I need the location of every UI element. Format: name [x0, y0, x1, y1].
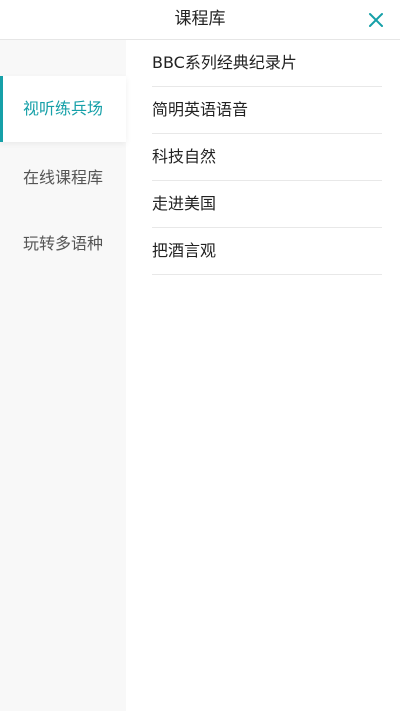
- header-bar: 课程库: [0, 0, 400, 40]
- sidebar-item-listening-practice[interactable]: 视听练兵场: [0, 76, 126, 142]
- sidebar-item-online-course-library[interactable]: 在线课程库: [0, 145, 126, 211]
- list-item-into-america[interactable]: 走进美国: [152, 181, 382, 228]
- list-item-bbc-documentaries[interactable]: BBC系列经典纪录片: [152, 40, 382, 87]
- page-title: 课程库: [174, 9, 226, 29]
- list-item-science-nature[interactable]: 科技自然: [152, 134, 382, 181]
- list-item-ba-jiu-yan-guan[interactable]: 把酒言观: [152, 228, 382, 275]
- close-icon: [369, 13, 383, 27]
- course-library-screen: 课程库 视听练兵场 在线课程库 玩转多语种 BBC系列经典纪录片 简明英语语音 …: [0, 0, 400, 711]
- category-sidebar: 视听练兵场 在线课程库 玩转多语种: [0, 40, 126, 711]
- close-button[interactable]: [366, 10, 386, 30]
- course-list: BBC系列经典纪录片 简明英语语音 科技自然 走进美国 把酒言观: [152, 40, 382, 275]
- sidebar-item-multilingual[interactable]: 玩转多语种: [0, 211, 126, 277]
- list-item-english-phonetics[interactable]: 简明英语语音: [152, 87, 382, 134]
